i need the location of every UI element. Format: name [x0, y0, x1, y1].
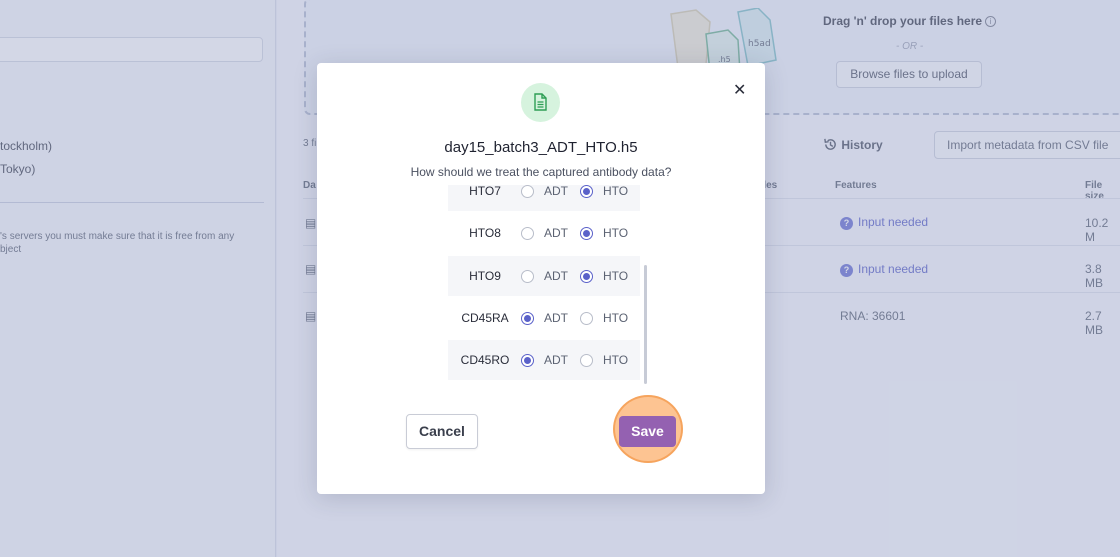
radio-hto[interactable] — [580, 185, 593, 198]
radio-hto[interactable] — [580, 354, 593, 367]
radio-adt[interactable] — [521, 185, 534, 198]
radio-hto[interactable] — [580, 270, 593, 283]
file-badge — [521, 83, 560, 122]
option-label-hto: HTO — [603, 353, 629, 367]
option-label-hto: HTO — [603, 185, 629, 198]
close-icon[interactable]: ✕ — [733, 80, 746, 100]
antibody-row: HTO8 ADT HTO — [448, 213, 640, 253]
cancel-button[interactable]: Cancel — [406, 414, 478, 449]
antibody-row: CD45RO ADT HTO — [448, 340, 640, 380]
option-label-hto: HTO — [603, 269, 629, 283]
radio-hto[interactable] — [580, 227, 593, 240]
antibody-list[interactable]: HTO7 ADT HTO HTO8 ADT HTO HTO9 ADT HTO C… — [448, 185, 640, 389]
option-label-adt: ADT — [544, 353, 568, 367]
antibody-name: CD45RA — [461, 311, 509, 325]
save-button[interactable]: Save — [619, 416, 676, 447]
antibody-name: HTO7 — [469, 185, 501, 198]
option-label-adt: ADT — [544, 311, 568, 325]
antibody-list-scrollbar[interactable] — [644, 265, 647, 384]
option-label-hto: HTO — [603, 311, 629, 325]
option-label-adt: ADT — [544, 269, 568, 283]
radio-adt[interactable] — [521, 227, 534, 240]
option-label-adt: ADT — [544, 185, 568, 198]
radio-hto[interactable] — [580, 312, 593, 325]
radio-adt[interactable] — [521, 354, 534, 367]
antibody-name: CD45RO — [460, 353, 510, 367]
antibody-name: HTO8 — [469, 226, 501, 240]
antibody-row: HTO9 ADT HTO — [448, 256, 640, 296]
option-label-adt: ADT — [544, 226, 568, 240]
dialog-subtitle: How should we treat the captured antibod… — [410, 165, 672, 179]
option-label-hto: HTO — [603, 226, 629, 240]
document-icon — [534, 93, 547, 111]
antibody-row: HTO7 ADT HTO — [448, 185, 640, 211]
radio-adt[interactable] — [521, 312, 534, 325]
antibody-type-dialog: ✕ day15_batch3_ADT_HTO.h5 How should we … — [317, 63, 765, 494]
antibody-row: CD45RA ADT HTO — [448, 298, 640, 338]
radio-adt[interactable] — [521, 270, 534, 283]
dialog-title: day15_batch3_ADT_HTO.h5 — [444, 139, 638, 156]
antibody-name: HTO9 — [469, 269, 501, 283]
